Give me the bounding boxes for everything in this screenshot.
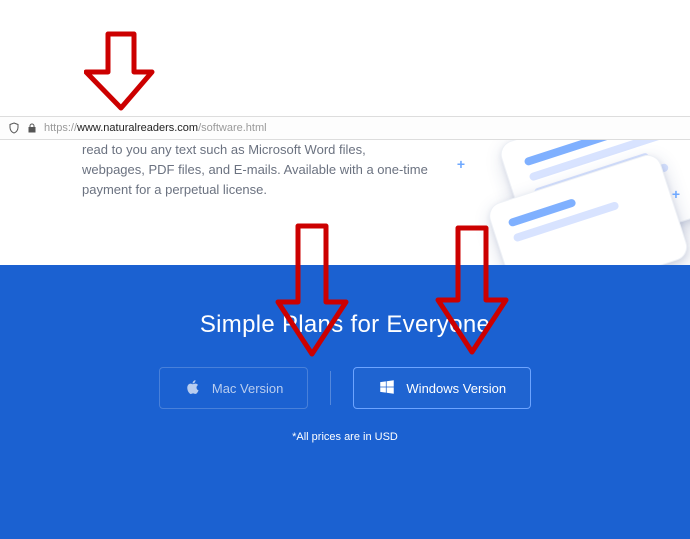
- apple-icon: [184, 378, 202, 399]
- pricing-section: Simple Plans for Everyone Mac Version Wi…: [0, 265, 690, 539]
- lock-icon: [26, 122, 38, 134]
- plus-icon: +: [672, 186, 680, 202]
- plus-icon: +: [457, 156, 465, 172]
- hero-description: read to you any text such as Microsoft W…: [82, 140, 432, 200]
- hero-graphic: [469, 140, 690, 265]
- pricing-footnote: *All prices are in USD: [292, 431, 398, 443]
- hero-section: read to you any text such as Microsoft W…: [0, 140, 690, 265]
- mac-version-label: Mac Version: [212, 381, 284, 396]
- url-text: https://www.naturalreaders.com/software.…: [44, 122, 267, 134]
- windows-version-label: Windows Version: [406, 381, 506, 396]
- mac-version-button[interactable]: Mac Version: [159, 367, 309, 409]
- vertical-divider: [330, 371, 331, 405]
- annotation-arrow-url: [84, 28, 158, 116]
- windows-icon: [378, 378, 396, 399]
- address-bar[interactable]: https://www.naturalreaders.com/software.…: [0, 116, 690, 140]
- pricing-title: Simple Plans for Everyone: [200, 311, 490, 339]
- shield-icon: [8, 122, 20, 134]
- windows-version-button[interactable]: Windows Version: [353, 367, 531, 409]
- version-toggle: Mac Version Windows Version: [159, 367, 531, 409]
